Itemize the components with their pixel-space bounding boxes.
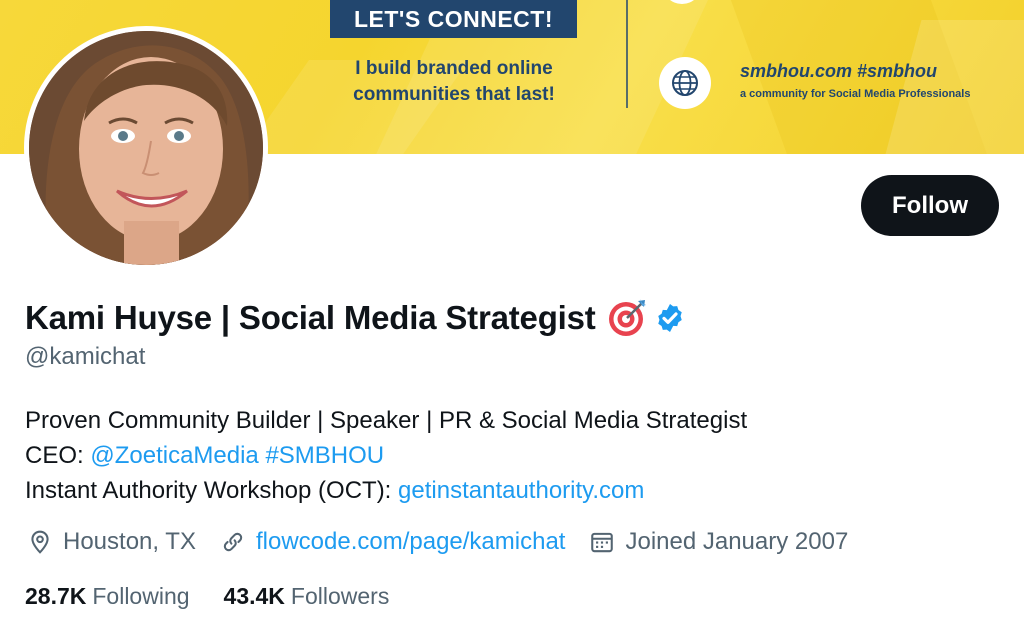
bio-url-link[interactable]: getinstantauthority.com <box>398 477 644 504</box>
mention-link-zoeticamedia[interactable]: @ZoeticaMedia <box>90 442 258 469</box>
location-text: Houston, TX <box>63 528 196 555</box>
banner-site-subtitle: a community for Social Media Professiona… <box>740 88 971 100</box>
following-count: 28.7K <box>25 583 87 609</box>
profile-bio: Proven Community Builder | Speaker | PR … <box>25 403 747 508</box>
globe-icon <box>659 57 711 109</box>
website-item[interactable]: flowcode.com/page/kamichat <box>220 528 566 556</box>
banner-tagline-line2: communities that last! <box>353 84 555 105</box>
bio-line-1: Proven Community Builder | Speaker | PR … <box>25 407 748 434</box>
follow-stats: 28.7K Following 43.4K Followers <box>25 583 423 610</box>
following-stat[interactable]: 28.7K Following <box>25 583 190 610</box>
verified-badge-icon[interactable] <box>654 302 686 334</box>
follow-button[interactable]: Follow <box>861 175 999 236</box>
followers-count: 43.4K <box>223 583 285 609</box>
followers-stat[interactable]: 43.4K Followers <box>224 583 390 610</box>
location-pin-icon <box>31 530 49 554</box>
bio-ceo-prefix: CEO: <box>25 442 91 469</box>
followers-label: Followers <box>290 583 390 609</box>
link-icon <box>223 532 243 552</box>
bio-workshop-prefix: Instant Authority Workshop (OCT): <box>25 477 399 504</box>
display-name: Kami Huyse | Social Media Strategist <box>25 299 596 336</box>
bio-line-2: CEO: @ZoeticaMedia #SMBHOU <box>25 438 747 473</box>
direct-hit-target-icon <box>606 297 648 339</box>
avatar-photo <box>29 31 263 265</box>
profile-meta-row: Houston, TX flowcode.com/page/kamichat J… <box>27 528 872 556</box>
lets-connect-label: LET'S CONNECT! <box>330 0 577 38</box>
following-label: Following <box>92 583 190 609</box>
calendar-icon <box>591 532 614 553</box>
banner-divider <box>626 0 628 108</box>
location-item: Houston, TX <box>27 528 196 556</box>
avatar[interactable] <box>24 26 268 270</box>
bio-line-3: Instant Authority Workshop (OCT): getins… <box>25 473 747 508</box>
banner-site-name: smbhou.com #smbhou <box>740 61 938 81</box>
display-name-row: Kami Huyse | Social Media Strategist <box>25 297 686 339</box>
joined-item: Joined January 2007 <box>589 528 848 556</box>
website-link[interactable]: flowcode.com/page/kamichat <box>256 528 566 556</box>
joined-text: Joined January 2007 <box>625 528 849 555</box>
hashtag-link-smbhou[interactable]: #SMBHOU <box>265 442 384 469</box>
banner-tagline: I build branded online communities that … <box>336 56 572 108</box>
profile-page: LET'S CONNECT! I build branded online co… <box>0 0 1024 638</box>
banner-tagline-line1: I build branded online <box>355 58 553 79</box>
profile-handle: @kamichat <box>25 343 146 370</box>
